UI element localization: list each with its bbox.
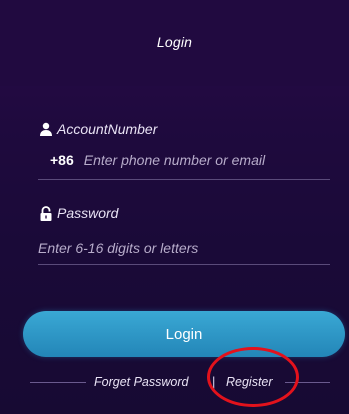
- bottom-links: Forget Password | Register: [0, 372, 349, 392]
- country-code-selector[interactable]: +86: [50, 152, 74, 168]
- user-icon: [38, 122, 53, 137]
- password-label: Password: [57, 205, 119, 221]
- login-button[interactable]: Login: [23, 311, 345, 357]
- account-number-label: AccountNumber: [57, 121, 158, 137]
- account-input-underline: [38, 179, 330, 180]
- account-input[interactable]: [83, 152, 306, 168]
- right-divider: [285, 382, 330, 383]
- left-divider: [30, 382, 86, 383]
- register-link[interactable]: Register: [226, 375, 273, 389]
- header-bar: Login: [0, 0, 349, 86]
- password-input[interactable]: [38, 238, 318, 258]
- login-screen: Login AccountNumber +86 Password Login: [0, 0, 349, 414]
- page-title: Login: [156, 34, 193, 50]
- password-label-row: Password: [38, 205, 118, 221]
- links-separator: |: [212, 374, 216, 389]
- account-input-row: +86: [50, 150, 330, 170]
- lock-icon: [38, 205, 53, 221]
- account-number-label-row: AccountNumber: [38, 121, 157, 137]
- forget-password-link[interactable]: Forget Password: [94, 375, 188, 389]
- password-input-underline: [38, 264, 330, 265]
